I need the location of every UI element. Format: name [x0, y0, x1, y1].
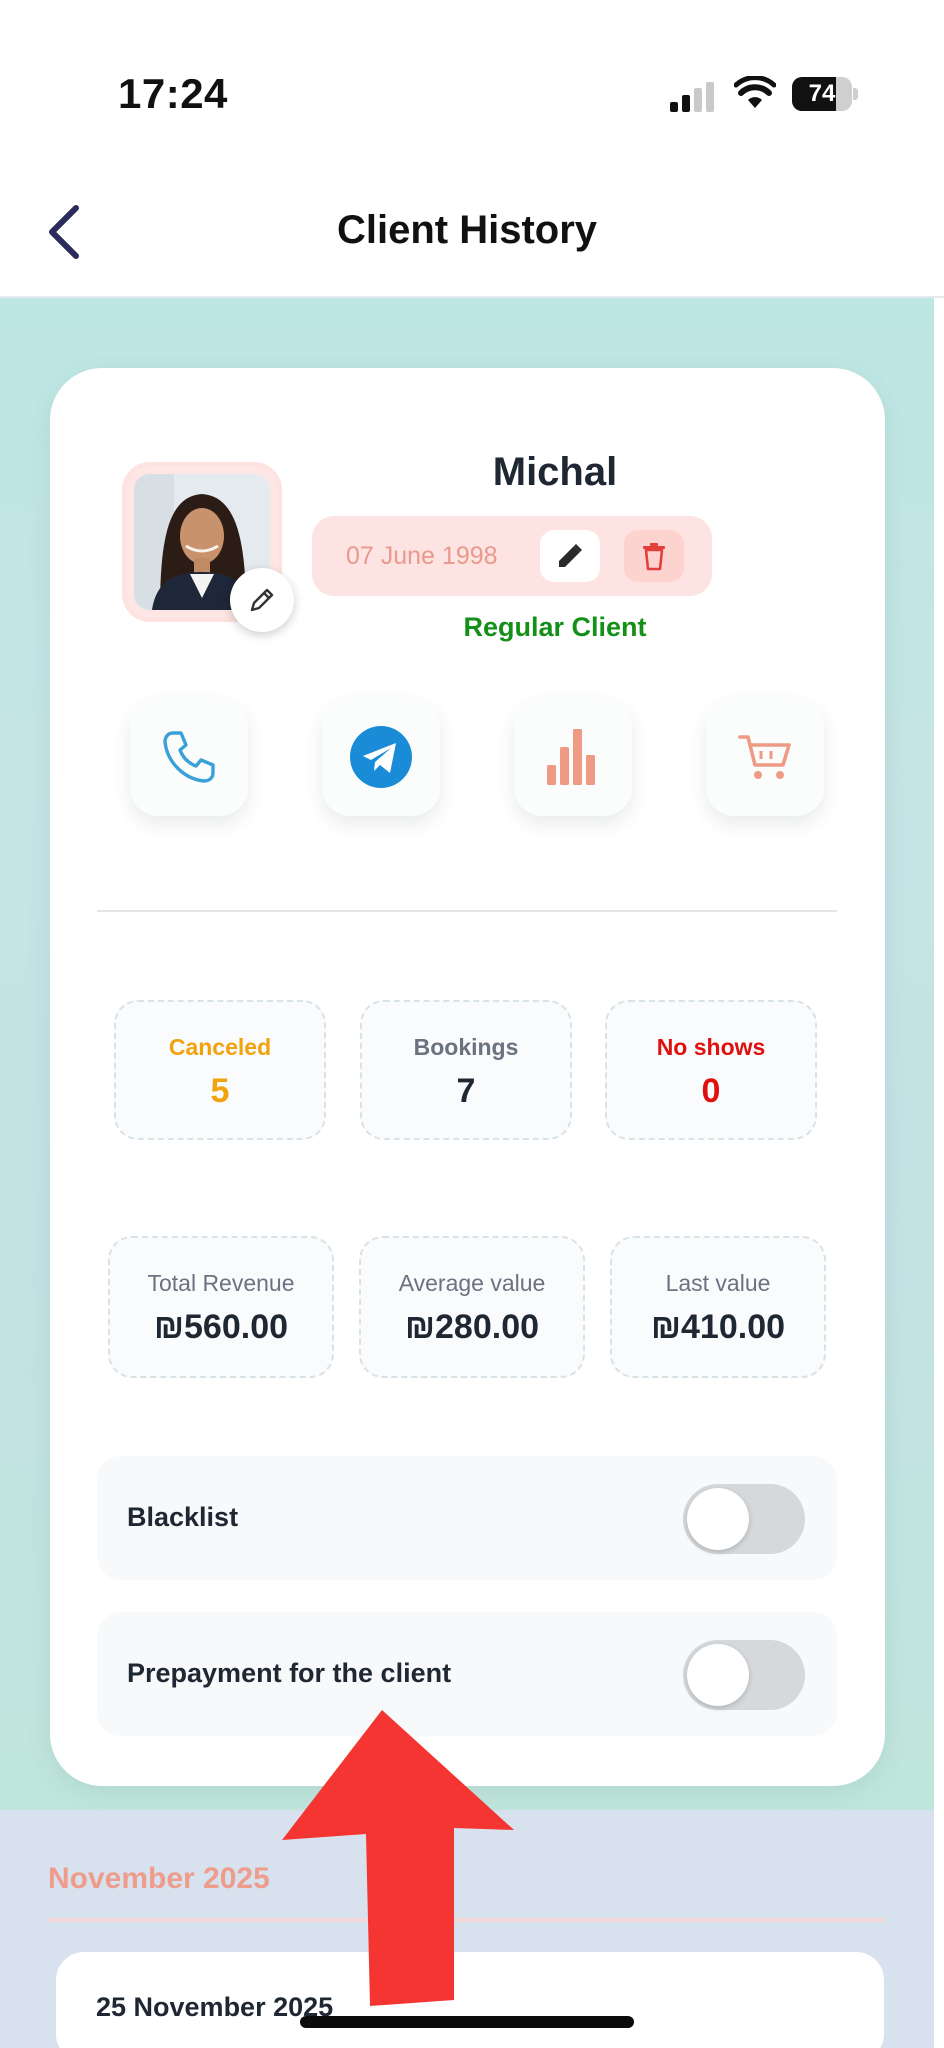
toggle-knob	[687, 1644, 749, 1706]
page-title: Client History	[336, 208, 598, 252]
no-shows-value: 0	[701, 1072, 721, 1110]
average-value-value: ₪280.00	[404, 1308, 540, 1346]
last-value-label: Last value	[665, 1270, 771, 1296]
bookings-label: Bookings	[413, 1034, 519, 1060]
pencil-icon	[559, 544, 582, 567]
blacklist-toggle[interactable]	[683, 1484, 805, 1554]
pencil-icon	[250, 588, 274, 612]
last-value-value: ₪410.00	[650, 1308, 786, 1346]
edit-photo-button[interactable]	[230, 568, 294, 632]
section-divider	[97, 910, 837, 912]
client-card: Michal 07 June 1998 Regular Client Cance…	[50, 368, 885, 1786]
telegram-button[interactable]	[322, 698, 440, 816]
toggle-knob	[687, 1488, 749, 1550]
edit-birthday-button[interactable]	[540, 530, 600, 582]
delete-birthday-button[interactable]	[624, 530, 684, 582]
status-bar: 17:24 74	[0, 0, 944, 150]
total-revenue-label: Total Revenue	[147, 1270, 295, 1296]
battery-icon: 74	[792, 77, 858, 111]
canceled-value: 5	[210, 1072, 230, 1110]
no-shows-label: No shows	[656, 1034, 766, 1060]
no-shows-stat[interactable]: No shows 0	[605, 1000, 817, 1140]
prepayment-toggle[interactable]	[683, 1640, 805, 1710]
cart-button[interactable]	[706, 698, 824, 816]
cart-icon	[738, 735, 791, 779]
average-value-label: Average value	[398, 1270, 546, 1296]
canceled-stat[interactable]: Canceled 5	[114, 1000, 326, 1140]
average-value-stat: Average value ₪280.00	[359, 1236, 585, 1378]
wifi-icon	[734, 76, 776, 108]
blacklist-label: Blacklist	[127, 1502, 239, 1532]
right-edge-strip	[934, 298, 944, 2048]
canceled-label: Canceled	[168, 1034, 272, 1060]
cellular-signal-icon	[670, 82, 714, 112]
month-header: November 2025	[48, 1862, 270, 1895]
bar-chart-icon	[547, 729, 595, 785]
annotation-arrow	[282, 1710, 514, 2006]
call-button[interactable]	[130, 698, 248, 816]
total-revenue-stat: Total Revenue ₪560.00	[108, 1236, 334, 1378]
last-value-stat: Last value ₪410.00	[610, 1236, 826, 1378]
bookings-stat[interactable]: Bookings 7	[360, 1000, 572, 1140]
statistics-button[interactable]	[514, 698, 632, 816]
prepayment-label: Prepayment for the client	[127, 1658, 452, 1688]
bookings-value: 7	[456, 1072, 476, 1110]
status-time: 17:24	[118, 70, 228, 117]
battery-percentage: 74	[808, 80, 836, 107]
phone-icon	[163, 731, 215, 783]
trash-icon	[643, 543, 665, 571]
navigation-bar: Client History	[0, 150, 944, 298]
total-revenue-value: ₪560.00	[153, 1308, 289, 1346]
client-type-label: Regular Client	[463, 612, 647, 642]
blacklist-row: Blacklist	[97, 1456, 837, 1580]
birthday-text: 07 June 1998	[346, 542, 498, 570]
client-name: Michal	[492, 450, 618, 494]
telegram-icon	[350, 726, 412, 788]
birthday-box: 07 June 1998	[312, 516, 712, 596]
home-indicator[interactable]	[300, 2016, 634, 2028]
